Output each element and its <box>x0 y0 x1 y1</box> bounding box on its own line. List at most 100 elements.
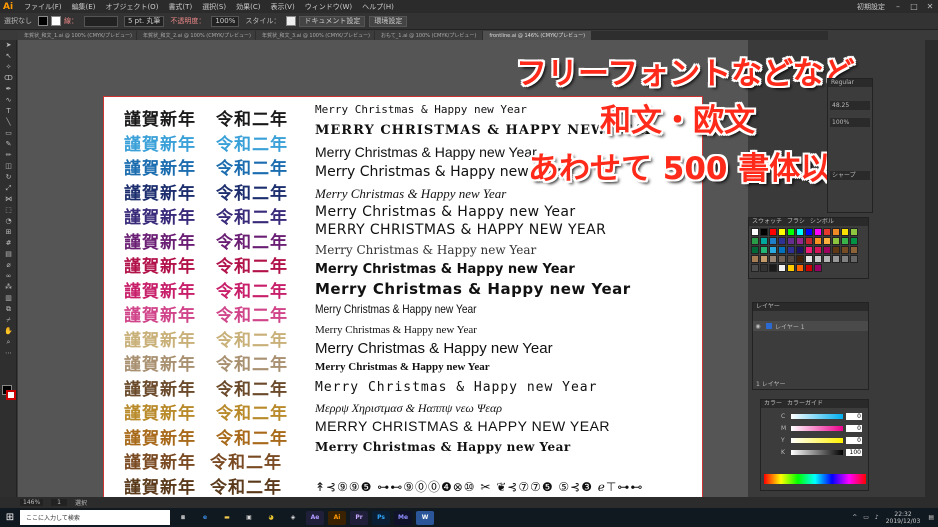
column-graph-tool-icon[interactable]: ▥ <box>0 293 17 304</box>
rectangle-tool-icon[interactable]: ▭ <box>0 128 17 139</box>
stroke-swatch[interactable] <box>51 16 61 26</box>
color-swatch[interactable] <box>850 255 858 263</box>
media-encoder-icon[interactable]: Me <box>394 510 412 525</box>
color-swatch[interactable] <box>796 255 804 263</box>
tab-document-3[interactable]: 年賀状_和文_3.ai @ 100% (CMYK/プレビュー) <box>256 31 374 40</box>
volume-icon[interactable]: ♪ <box>875 514 879 521</box>
channel-value-field[interactable]: 100 <box>846 448 862 456</box>
color-swatch[interactable] <box>823 246 831 254</box>
color-swatch[interactable] <box>814 264 822 272</box>
color-swatch[interactable] <box>805 246 813 254</box>
channel-slider[interactable] <box>791 437 843 443</box>
after-effects-icon[interactable]: Ae <box>306 510 324 525</box>
menu-object[interactable]: オブジェクト(O) <box>100 2 163 12</box>
color-swatch[interactable] <box>850 246 858 254</box>
color-swatch[interactable] <box>805 264 813 272</box>
menu-help[interactable]: ヘルプ(H) <box>357 2 399 12</box>
premiere-icon[interactable]: Pr <box>350 510 368 525</box>
free-transform-tool-icon[interactable]: ⬚ <box>0 205 17 216</box>
color-swatch[interactable] <box>796 264 804 272</box>
color-swatch[interactable] <box>769 246 777 254</box>
color-swatch[interactable] <box>787 264 795 272</box>
color-swatch[interactable] <box>823 255 831 263</box>
edit-toolbar-icon[interactable]: ⋯ <box>0 348 17 359</box>
color-swatch[interactable] <box>787 237 795 245</box>
rotate-tool-icon[interactable]: ↻ <box>0 172 17 183</box>
color-swatch[interactable] <box>769 237 777 245</box>
color-swatch[interactable] <box>841 255 849 263</box>
illustrator-taskbar-icon[interactable]: Ai <box>328 510 346 525</box>
color-swatch[interactable] <box>814 237 822 245</box>
layer-name[interactable]: レイヤー 1 <box>775 322 805 331</box>
channel-slider[interactable] <box>791 425 843 431</box>
type-tool-icon[interactable]: T <box>0 106 17 117</box>
menu-type[interactable]: 書式(T) <box>163 2 197 12</box>
blend-tool-icon[interactable]: ∞ <box>0 271 17 282</box>
zoom-level[interactable]: 146% <box>20 499 44 506</box>
color-swatch[interactable] <box>751 255 759 263</box>
tray-chevron-icon[interactable]: ^ <box>852 514 857 521</box>
eye-icon[interactable]: ◉ <box>753 323 763 330</box>
color-swatch[interactable] <box>796 246 804 254</box>
color-swatch[interactable] <box>841 228 849 236</box>
tab-color-guide[interactable]: カラーガイド <box>787 400 823 408</box>
color-swatch[interactable] <box>778 246 786 254</box>
style-swatch[interactable] <box>286 16 297 26</box>
brush-definition-field[interactable]: 5 pt. 丸筆 <box>124 15 165 27</box>
tracking-field[interactable]: 100% <box>830 118 870 127</box>
menu-select[interactable]: 選択(S) <box>197 2 231 12</box>
color-swatch[interactable] <box>841 237 849 245</box>
scale-tool-icon[interactable]: ⤢ <box>0 183 17 194</box>
color-swatch[interactable] <box>778 228 786 236</box>
stroke-color-icon[interactable] <box>6 390 16 400</box>
pen-tool-icon[interactable]: ✒ <box>0 84 17 95</box>
color-swatch[interactable] <box>760 237 768 245</box>
color-swatch[interactable] <box>823 237 831 245</box>
tab-document-active[interactable]: frontline.ai @ 146% (CMYK/プレビュー) <box>483 31 592 40</box>
eyedropper-tool-icon[interactable]: ⌀ <box>0 260 17 271</box>
stroke-weight-field[interactable] <box>84 15 118 27</box>
color-swatch[interactable] <box>787 246 795 254</box>
menu-window[interactable]: ウィンドウ(W) <box>300 2 357 12</box>
menu-edit[interactable]: 編集(E) <box>67 2 101 12</box>
color-swatch[interactable] <box>814 228 822 236</box>
color-swatch[interactable] <box>787 255 795 263</box>
photoshop-icon[interactable]: Ps <box>372 510 390 525</box>
tab-brushes[interactable]: ブラシ <box>787 218 805 226</box>
font-size-field[interactable]: 48.25 <box>830 101 870 110</box>
color-swatch[interactable] <box>751 246 759 254</box>
color-swatch[interactable] <box>805 228 813 236</box>
color-swatch[interactable] <box>760 255 768 263</box>
color-swatch[interactable] <box>805 237 813 245</box>
shape-builder-tool-icon[interactable]: ◔ <box>0 216 17 227</box>
zoom-tool-icon[interactable]: ⌕ <box>0 337 17 348</box>
color-swatch[interactable] <box>841 246 849 254</box>
document-setup-button[interactable]: ドキュメント設定 <box>299 15 366 27</box>
task-view-icon[interactable]: ⧈ <box>174 511 192 525</box>
perspective-grid-tool-icon[interactable]: ⊞ <box>0 227 17 238</box>
color-swatch[interactable] <box>769 264 777 272</box>
antialias-select[interactable]: シャープ <box>830 171 870 180</box>
color-swatch[interactable] <box>823 228 831 236</box>
edge-icon[interactable]: e <box>196 511 214 525</box>
app-icon[interactable]: ◈ <box>284 511 302 525</box>
lasso-tool-icon[interactable]: ↀ <box>0 73 17 84</box>
color-swatch[interactable] <box>760 228 768 236</box>
artboard-tool-icon[interactable]: ⧉ <box>0 304 17 315</box>
tab-color[interactable]: カラー <box>764 400 782 408</box>
color-swatch[interactable] <box>787 228 795 236</box>
channel-slider[interactable] <box>791 449 843 455</box>
magic-wand-tool-icon[interactable]: ✧ <box>0 62 17 73</box>
menu-effect[interactable]: 効果(C) <box>231 2 265 12</box>
color-spectrum-bar[interactable] <box>764 474 866 484</box>
color-swatch[interactable] <box>814 255 822 263</box>
taskbar-search-box[interactable]: ここに入力して検索 <box>20 510 170 525</box>
mesh-tool-icon[interactable]: # <box>0 238 17 249</box>
color-swatch[interactable] <box>814 246 822 254</box>
slice-tool-icon[interactable]: ⌿ <box>0 315 17 326</box>
color-swatch[interactable] <box>760 264 768 272</box>
word-icon[interactable]: W <box>416 510 434 525</box>
menu-file[interactable]: ファイル(F) <box>19 2 67 12</box>
store-icon[interactable]: ▣ <box>240 511 258 525</box>
color-swatch[interactable] <box>778 264 786 272</box>
